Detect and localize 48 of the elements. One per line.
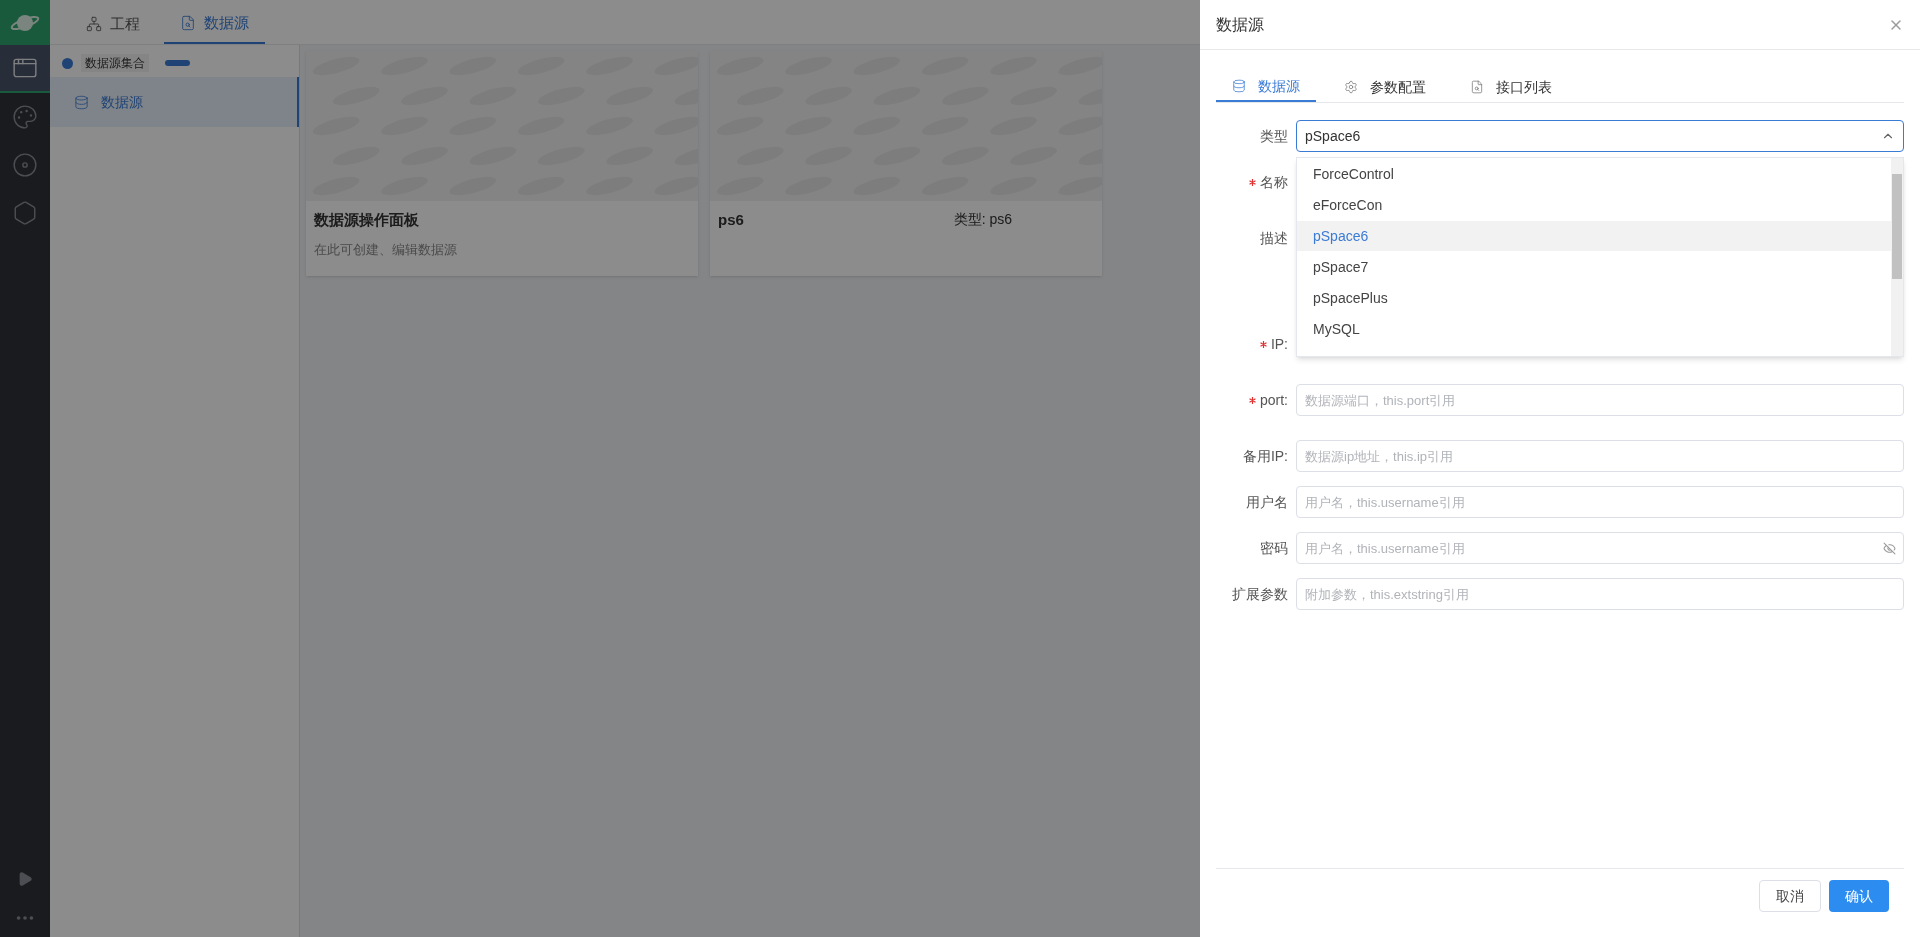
group-title: 数据源集合 [81, 54, 149, 72]
field-label: 类型 [1260, 126, 1288, 146]
cancel-button[interactable]: 取消 [1759, 880, 1821, 912]
data-source-card[interactable]: ps6 类型: ps6 [710, 51, 1102, 276]
input-field[interactable]: 附加参数，this.extstring引用 [1296, 578, 1904, 610]
expand-icon[interactable] [17, 871, 33, 887]
dropdown-option[interactable]: pSpace7 [1297, 252, 1891, 282]
input-field[interactable]: 数据源端口，this.port引用 [1296, 384, 1904, 416]
rail-button[interactable] [0, 45, 50, 93]
field-label: port: [1260, 390, 1288, 410]
input-field[interactable]: 用户名，this.username引用 [1296, 486, 1904, 518]
file-search-icon [180, 15, 196, 31]
drawer-tab[interactable]: 数据源 [1216, 72, 1316, 102]
hide-password-icon[interactable] [1883, 542, 1896, 555]
drawer-tab[interactable]: 接口列表 [1454, 72, 1568, 102]
hierarchy-icon [86, 16, 102, 32]
input-field[interactable]: 用户名，this.username引用 [1296, 532, 1904, 564]
database-icon [1232, 79, 1246, 93]
palette-icon [12, 104, 38, 130]
settings-icon [1344, 80, 1358, 94]
field-label: 用户名 [1246, 492, 1288, 512]
type-select[interactable]: pSpace6 [1296, 120, 1904, 152]
file-search-icon [1470, 80, 1484, 94]
loading-bar [165, 60, 190, 66]
dropdown-option[interactable]: ForceControl [1297, 159, 1891, 189]
scrollbar[interactable] [1891, 158, 1903, 356]
field-label: 名称 [1260, 173, 1288, 192]
card-title: ps6 [718, 210, 744, 230]
field-label: 密码 [1260, 538, 1288, 558]
dropdown-option[interactable]: eForceCon [1297, 190, 1891, 220]
dropdown-option[interactable]: MySQL [1297, 314, 1891, 344]
database-icon [74, 94, 89, 110]
dropdown-option[interactable]: pSpace6 [1297, 221, 1891, 251]
data-source-card[interactable]: 数据源操作面板 在此可创建、编辑数据源 [306, 51, 698, 276]
input-field[interactable]: 数据源ip地址，this.ip引用 [1296, 440, 1904, 472]
top-tab[interactable]: 工程 [70, 4, 156, 44]
field-label: IP: [1270, 335, 1288, 354]
dropdown-option[interactable]: pSpacePlus [1297, 283, 1891, 313]
field-label: 备用IP: [1242, 446, 1288, 466]
drawer-title: 数据源 [1216, 14, 1264, 35]
card-title: 数据源操作面板 [314, 210, 419, 230]
drawer-tab[interactable]: 参数配置 [1328, 72, 1442, 102]
field-label: 扩展参数 [1232, 584, 1288, 604]
field-label: 描述 [1260, 229, 1288, 248]
card-type: 类型: ps6 [953, 210, 1012, 229]
card-subtitle: 在此可创建、编辑数据源 [313, 240, 458, 259]
disc-icon [12, 152, 38, 178]
hexagon-icon [12, 200, 38, 226]
